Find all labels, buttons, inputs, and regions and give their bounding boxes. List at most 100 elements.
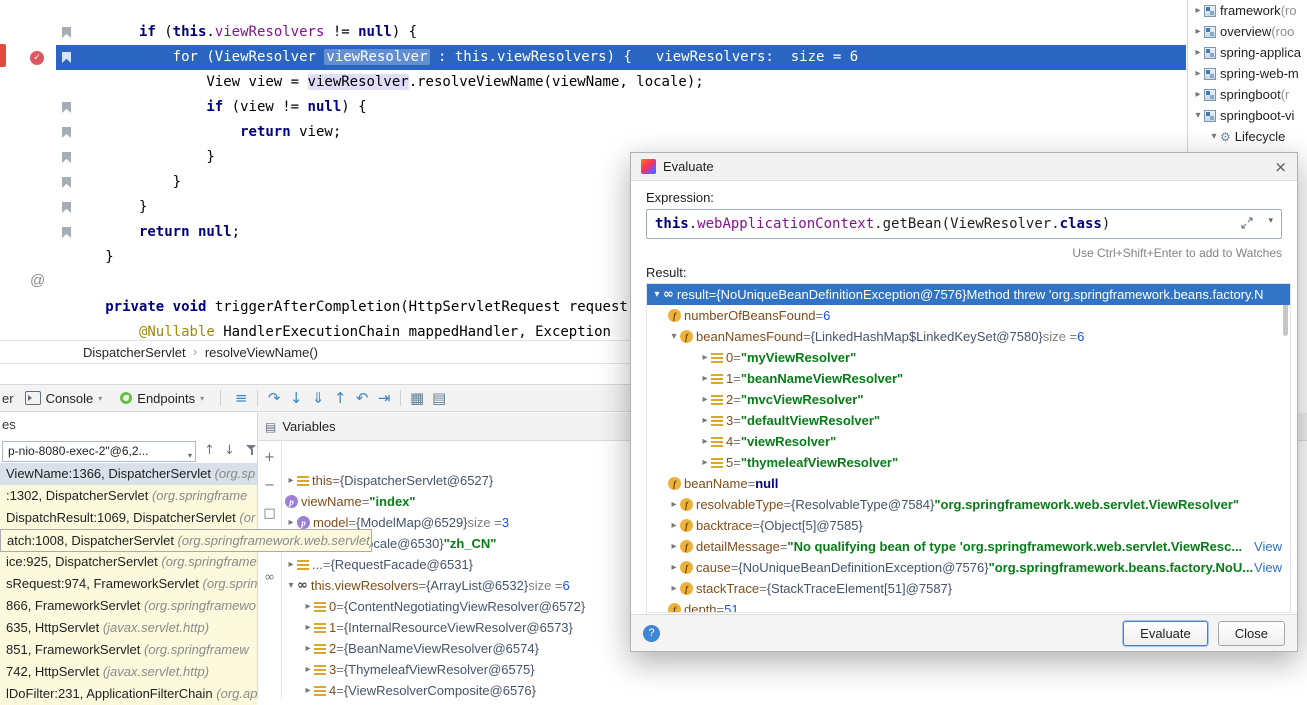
tab-options-icon[interactable]: ▾ bbox=[98, 394, 102, 403]
chevron-right-icon[interactable]: ▸ bbox=[302, 685, 314, 696]
hide-library-frames-icon[interactable] bbox=[246, 445, 257, 456]
chevron-right-icon[interactable]: ▸ bbox=[1192, 26, 1204, 37]
step-over-icon[interactable]: ↷ bbox=[263, 389, 285, 407]
stack-frame-row[interactable]: DispatchResult:1069, DispatcherServlet (… bbox=[0, 507, 257, 529]
stack-frame-row[interactable]: lDoFilter:231, ApplicationFilterChain (o… bbox=[0, 683, 257, 705]
chevron-down-icon[interactable]: ▾ bbox=[651, 289, 663, 300]
debugger-tab-clipped[interactable]: er bbox=[2, 391, 14, 406]
chevron-right-icon[interactable]: ▸ bbox=[699, 457, 711, 468]
help-icon[interactable]: ? bbox=[643, 625, 660, 642]
chevron-down-icon[interactable]: ▾ bbox=[668, 331, 680, 342]
view-as-table-icon[interactable]: ▦ bbox=[406, 389, 428, 407]
previous-frame-icon[interactable]: ↑ bbox=[204, 443, 215, 458]
maven-tree-row[interactable]: ▸spring-web-m bbox=[1188, 63, 1307, 84]
result-tree-row[interactable]: ▸4 = "viewResolver" bbox=[647, 431, 1290, 452]
result-tree-row[interactable]: ▾∞result = {NoUniqueBeanDefinitionExcept… bbox=[647, 284, 1290, 305]
maven-tree-row[interactable]: ▸overview (roo bbox=[1188, 21, 1307, 42]
run-to-cursor-icon[interactable]: ⇥ bbox=[373, 389, 395, 407]
dialog-titlebar[interactable]: Evaluate × bbox=[631, 153, 1297, 181]
breadcrumb-method[interactable]: resolveViewName() bbox=[205, 345, 318, 360]
stack-frame-row[interactable]: atch:1008, DispatcherServlet (org.spring… bbox=[0, 529, 372, 552]
thread-selector[interactable]: p-nio-8080-exec-2"@6,2... ▾ bbox=[2, 441, 196, 462]
maven-tree-row[interactable]: ▸spring-applica bbox=[1188, 42, 1307, 63]
close-icon[interactable]: × bbox=[1274, 158, 1287, 176]
remove-watch-icon[interactable]: − bbox=[258, 478, 281, 493]
chevron-right-icon[interactable]: ▸ bbox=[699, 415, 711, 426]
breadcrumb-class[interactable]: DispatcherServlet bbox=[83, 345, 186, 360]
chevron-right-icon[interactable]: ▸ bbox=[668, 562, 680, 573]
duplicate-watch-icon[interactable]: □ bbox=[258, 506, 281, 521]
result-tree-row[interactable]: ▸fbacktrace = {Object[5]@7585} bbox=[647, 515, 1290, 536]
chevron-right-icon[interactable]: ▸ bbox=[302, 664, 314, 675]
stack-frame-row[interactable]: :1302, DispatcherServlet (org.springfram… bbox=[0, 485, 257, 507]
view-link[interactable]: View bbox=[1254, 560, 1290, 575]
evaluate-button[interactable]: Evaluate bbox=[1123, 621, 1208, 646]
result-tree-row[interactable]: ▸fstackTrace = {StackTraceElement[51]@75… bbox=[647, 578, 1290, 599]
layout-settings-icon[interactable]: ▤ bbox=[428, 389, 450, 407]
step-out-icon[interactable]: ↑ bbox=[329, 389, 351, 407]
result-tree-row[interactable]: ▸fcause = {NoUniqueBeanDefinitionExcepti… bbox=[647, 557, 1290, 578]
history-dropdown-icon[interactable]: ▾ bbox=[1268, 216, 1273, 226]
chevron-down-icon[interactable]: ▾ bbox=[1208, 131, 1220, 142]
maven-tree-row[interactable]: ▾springboot-vi bbox=[1188, 105, 1307, 126]
chevron-right-icon[interactable]: ▸ bbox=[668, 499, 680, 510]
result-tree-row[interactable]: fbeanName = null bbox=[647, 473, 1290, 494]
drop-frame-icon[interactable]: ↶ bbox=[351, 389, 373, 407]
stack-frame-row[interactable]: 851, FrameworkServlet (org.springframew bbox=[0, 639, 257, 661]
chevron-right-icon[interactable]: ▸ bbox=[285, 475, 297, 486]
chevron-right-icon[interactable]: ▸ bbox=[302, 622, 314, 633]
view-link[interactable]: View bbox=[1254, 539, 1290, 554]
result-tree-row[interactable]: ▾fbeanNamesFound = {LinkedHashMap$Linked… bbox=[647, 326, 1290, 347]
variable-row[interactable]: ▸3 = {ThymeleafViewResolver@6575} bbox=[281, 659, 1307, 680]
result-tree-row[interactable]: ▸5 = "thymeleafViewResolver" bbox=[647, 452, 1290, 473]
stack-frame-row[interactable]: sRequest:974, FrameworkServlet (org.spri… bbox=[0, 573, 257, 595]
result-tree-row[interactable]: fdepth = 51 bbox=[647, 599, 1290, 613]
chevron-right-icon[interactable]: ▸ bbox=[302, 601, 314, 612]
maven-tree-row[interactable]: ▸springboot (r bbox=[1188, 84, 1307, 105]
tab-options-icon[interactable]: ▾ bbox=[200, 394, 204, 403]
chevron-right-icon[interactable]: ▸ bbox=[668, 541, 680, 552]
tab-console[interactable]: Console ▾ bbox=[18, 385, 110, 411]
result-tree-row[interactable]: ▸fresolvableType = {ResolvableType@7584}… bbox=[647, 494, 1290, 515]
maven-tree-row[interactable]: ▸framework (ro bbox=[1188, 0, 1307, 21]
force-step-into-icon[interactable]: ⇓ bbox=[307, 389, 329, 407]
chevron-down-icon[interactable]: ▾ bbox=[1192, 110, 1204, 121]
layout-icon[interactable]: ▤ bbox=[265, 420, 276, 434]
result-tree-row[interactable]: ▸2 = "mvcViewResolver" bbox=[647, 389, 1290, 410]
chevron-right-icon[interactable]: ▸ bbox=[699, 436, 711, 447]
chevron-right-icon[interactable]: ▸ bbox=[285, 559, 297, 570]
settings-menu-icon[interactable]: ≡ bbox=[230, 389, 252, 407]
result-tree-row[interactable]: fnumberOfBeansFound = 6 bbox=[647, 305, 1290, 326]
chevron-right-icon[interactable]: ▸ bbox=[699, 394, 711, 405]
stack-frame-row[interactable]: ice:925, DispatcherServlet (org.springfr… bbox=[0, 551, 257, 573]
breakpoint-icon[interactable]: ✓ bbox=[30, 51, 44, 65]
chevron-right-icon[interactable]: ▸ bbox=[285, 517, 297, 528]
chevron-right-icon[interactable]: ▸ bbox=[668, 583, 680, 594]
maven-tree-row[interactable]: ▾⚙Lifecycle bbox=[1188, 126, 1307, 147]
chevron-down-icon[interactable]: ▾ bbox=[285, 580, 297, 591]
result-tree-row[interactable]: ▸0 = "myViewResolver" bbox=[647, 347, 1290, 368]
chevron-right-icon[interactable]: ▸ bbox=[668, 520, 680, 531]
evaluate-watch-icon[interactable]: ∞ bbox=[258, 570, 281, 585]
stack-frame-row[interactable]: 742, HttpServlet (javax.servlet.http) bbox=[0, 661, 257, 683]
next-frame-icon[interactable]: ↓ bbox=[224, 443, 235, 458]
chevron-right-icon[interactable]: ▸ bbox=[699, 373, 711, 384]
variable-row[interactable]: ▸4 = {ViewResolverComposite@6576} bbox=[281, 680, 1307, 699]
stack-frame-row[interactable]: ViewName:1366, DispatcherServlet (org.sp bbox=[0, 463, 257, 485]
chevron-right-icon[interactable]: ▸ bbox=[1192, 47, 1204, 58]
expand-icon[interactable] bbox=[1241, 217, 1253, 229]
chevron-right-icon[interactable]: ▸ bbox=[699, 352, 711, 363]
add-watch-icon[interactable]: + bbox=[258, 450, 281, 465]
chevron-right-icon[interactable]: ▸ bbox=[1192, 68, 1204, 79]
step-into-icon[interactable]: ↓ bbox=[285, 389, 307, 407]
tab-endpoints[interactable]: Endpoints ▾ bbox=[113, 385, 211, 411]
result-tree-row[interactable]: ▸3 = "defaultViewResolver" bbox=[647, 410, 1290, 431]
chevron-right-icon[interactable]: ▸ bbox=[1192, 89, 1204, 100]
chevron-right-icon[interactable]: ▸ bbox=[1192, 5, 1204, 16]
stack-frame-row[interactable]: 635, HttpServlet (javax.servlet.http) bbox=[0, 617, 257, 639]
result-tree-row[interactable]: ▸1 = "beanNameViewResolver" bbox=[647, 368, 1290, 389]
result-tree-row[interactable]: ▸fdetailMessage = "No qualifying bean of… bbox=[647, 536, 1290, 557]
chevron-right-icon[interactable]: ▸ bbox=[302, 643, 314, 654]
expression-input[interactable]: this.webApplicationContext.getBean(ViewR… bbox=[646, 209, 1282, 239]
close-button[interactable]: Close bbox=[1218, 621, 1285, 646]
